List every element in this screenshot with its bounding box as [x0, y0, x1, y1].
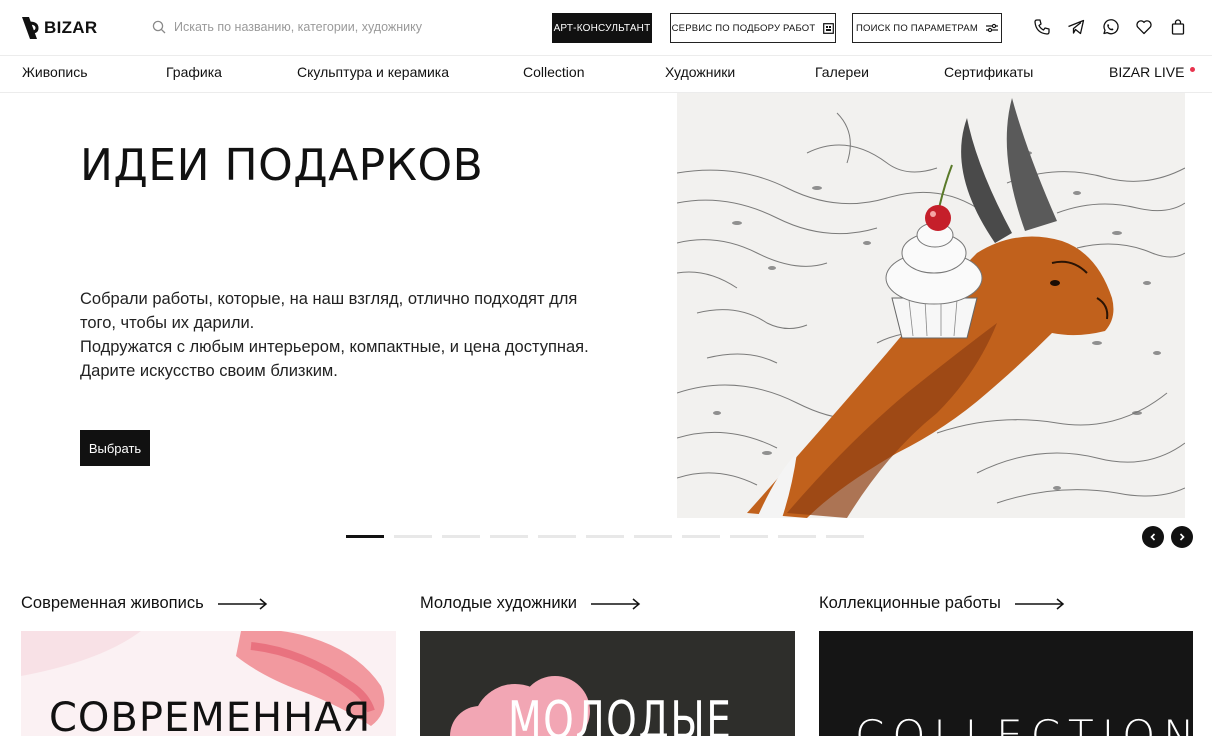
category-link-modern-painting[interactable]: Современная живопись: [21, 594, 268, 613]
category-card-collection[interactable]: COLLECTION: [819, 631, 1193, 736]
site-header: BIZAR АРТ-КОНСУЛЬТАНТ СЕРВИС ПО ПОДБОРУ …: [0, 0, 1212, 56]
category-title: Молодые художники: [420, 594, 577, 612]
category-title: Современная живопись: [21, 594, 204, 612]
heart-icon[interactable]: [1134, 17, 1154, 37]
category-card-young-artists[interactable]: МОЛОДЫЕ: [420, 631, 795, 736]
arrow-right-icon: [591, 597, 641, 610]
parameter-search-button[interactable]: ПОИСК ПО ПАРАМЕТРАМ: [852, 13, 1002, 43]
slider-dot[interactable]: [586, 535, 624, 538]
nav-item-artists[interactable]: Художники: [665, 64, 735, 80]
logo-text: BIZAR: [44, 18, 98, 37]
hero-description: Собрали работы, которые, на наш взгляд, …: [80, 287, 600, 383]
arrow-right-icon: [217, 597, 267, 610]
slider-dot[interactable]: [778, 535, 816, 538]
gallery-icon: [823, 22, 835, 34]
slider-dot[interactable]: [490, 535, 528, 538]
slider-dot[interactable]: [442, 535, 480, 538]
card-heading: МОЛОДЫЕ: [508, 691, 733, 736]
nav-item-sculpture[interactable]: Скульптура и керамика: [297, 64, 449, 80]
selection-service-label: СЕРВИС ПО ПОДБОРУ РАБОТ: [671, 22, 816, 34]
slider-dot[interactable]: [826, 535, 864, 538]
slider-dot[interactable]: [346, 535, 384, 538]
hero-paragraph-1: Собрали работы, которые, на наш взгляд, …: [80, 290, 578, 332]
chevron-right-icon: [1179, 533, 1185, 541]
nav-item-certificates[interactable]: Сертификаты: [944, 64, 1033, 80]
live-indicator-dot: [1190, 67, 1196, 72]
whatsapp-icon[interactable]: [1100, 17, 1120, 37]
main-nav: Живопись Графика Скульптура и керамика C…: [0, 56, 1212, 93]
bizar-live-label: BIZAR LIVE: [1109, 64, 1185, 80]
filter-icon: [985, 23, 998, 33]
slider-next-button[interactable]: [1171, 526, 1193, 548]
hero-artwork-image[interactable]: [677, 93, 1185, 518]
search-icon: [152, 20, 166, 34]
nav-item-galleries[interactable]: Галереи: [815, 64, 869, 80]
hero-paragraph-2: Подружатся с любым интерьером, компактны…: [80, 338, 589, 380]
slider-dot[interactable]: [634, 535, 672, 538]
slider-dot[interactable]: [682, 535, 720, 538]
slider-dot[interactable]: [394, 535, 432, 538]
art-consultant-label: АРТ-КОНСУЛЬТАНТ: [553, 22, 651, 34]
phone-icon[interactable]: [1032, 17, 1052, 37]
nav-item-painting[interactable]: Живопись: [22, 64, 88, 80]
artwork-bull-cupcake: [677, 93, 1185, 518]
slider-dot[interactable]: [538, 535, 576, 538]
category-card-modern-painting[interactable]: СОВРЕМЕННАЯ: [21, 631, 396, 736]
bag-icon[interactable]: [1168, 17, 1188, 37]
slider-dot[interactable]: [730, 535, 768, 538]
nav-item-graphics[interactable]: Графика: [166, 64, 222, 80]
nav-item-bizar-live[interactable]: BIZAR LIVE: [1109, 64, 1196, 80]
choose-button[interactable]: Выбрать: [80, 430, 150, 466]
art-consultant-button[interactable]: АРТ-КОНСУЛЬТАНТ: [552, 13, 652, 43]
nav-item-collection[interactable]: Collection: [523, 64, 584, 80]
category-link-young-artists[interactable]: Молодые художники: [420, 594, 641, 613]
choose-button-label: Выбрать: [88, 440, 142, 456]
category-link-collection-works[interactable]: Коллекционные работы: [819, 594, 1065, 613]
slider-prev-button[interactable]: [1142, 526, 1164, 548]
telegram-icon[interactable]: [1066, 17, 1086, 37]
card-heading: СОВРЕМЕННАЯ: [49, 695, 372, 736]
hero-title: ИДЕИ ПОДАРКОВ: [80, 140, 484, 191]
category-title: Коллекционные работы: [819, 594, 1001, 612]
logo[interactable]: BIZAR: [20, 14, 97, 42]
chevron-left-icon: [1150, 533, 1156, 541]
search-bar[interactable]: [152, 16, 532, 38]
search-input[interactable]: [174, 20, 514, 34]
card-heading: COLLECTION: [855, 711, 1193, 736]
header-icons: [1032, 17, 1188, 37]
arrow-right-icon: [1014, 597, 1064, 610]
parameter-search-label: ПОИСК ПО ПАРАМЕТРАМ: [856, 22, 978, 34]
slider-pagination: [346, 535, 864, 538]
logo-mark-icon: [22, 17, 39, 39]
selection-service-button[interactable]: СЕРВИС ПО ПОДБОРУ РАБОТ: [670, 13, 836, 43]
